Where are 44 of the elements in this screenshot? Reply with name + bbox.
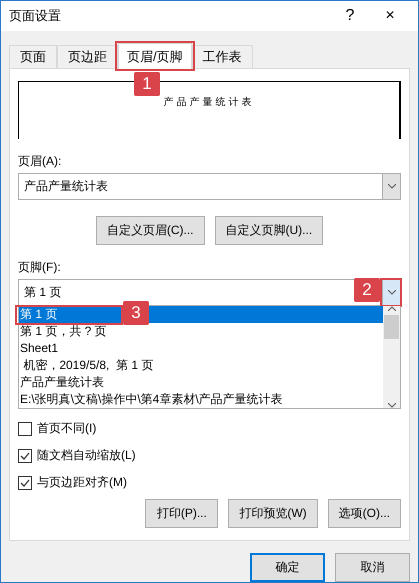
check-icon — [20, 452, 30, 460]
list-item[interactable]: 机密，2019/5/8, 第 1 页 — [19, 357, 383, 374]
scroll-bar[interactable] — [383, 306, 400, 408]
tab[interactable]: 工作表 — [192, 45, 253, 68]
step-badge: 3 — [123, 301, 149, 325]
down-chevron-icon — [388, 184, 396, 189]
checkbox-label: 随文档自动缩放(L) — [37, 447, 136, 464]
list-item[interactable]: 第 1 页，共 ? 页 — [19, 323, 383, 340]
checkbox[interactable] — [18, 476, 32, 490]
list-item[interactable]: Sheet1 — [19, 340, 383, 357]
tab[interactable]: 页面 — [9, 45, 57, 68]
tab[interactable]: 页眉/页脚 — [118, 43, 192, 69]
down-chevron-icon — [388, 290, 396, 295]
list-item[interactable]: 产品产量统计表 — [19, 374, 383, 391]
up-chevron-icon — [388, 306, 396, 311]
panel-button[interactable]: 打印(P)... — [145, 499, 218, 528]
down-chevron-icon — [388, 403, 396, 408]
field-label: 页脚(F): — [18, 259, 62, 276]
scroll-thumb[interactable] — [384, 315, 399, 339]
dropdown-value: 产品产量统计表 — [24, 178, 108, 195]
checkbox-label: 与页边距对齐(M) — [37, 474, 127, 491]
list-item[interactable]: E:\张明真\文稿\操作中\第4章素材\产品产量统计表 — [19, 391, 383, 408]
cancel-button[interactable]: 取消 — [335, 553, 410, 582]
checkbox[interactable] — [18, 448, 32, 462]
step-badge: 2 — [354, 278, 380, 302]
dropdown-button[interactable] — [382, 174, 400, 199]
field-label: 页眉(A): — [18, 153, 62, 170]
help-button[interactable]: ? — [330, 1, 370, 31]
window-title: 页面设置 — [9, 7, 62, 25]
check-icon — [20, 478, 30, 486]
dropdown-button[interactable] — [382, 280, 400, 305]
tab[interactable]: 页边距 — [57, 45, 118, 68]
custom-button[interactable]: 自定义页脚(U)... — [214, 216, 324, 245]
step-badge: 1 — [134, 72, 160, 96]
panel-button[interactable]: 打印预览(W) — [228, 499, 318, 528]
checkbox[interactable] — [18, 422, 32, 436]
preview-text: 产品产量统计表 — [164, 96, 254, 110]
ok-button[interactable]: 确定 — [250, 553, 325, 582]
checkbox-label: 首页不同(I) — [37, 420, 96, 437]
dropdown-value: 第 1 页 — [24, 284, 62, 301]
header-dropdown[interactable]: 产品产量统计表 — [18, 173, 401, 200]
close-button[interactable]: × — [370, 1, 410, 31]
panel-button[interactable]: 选项(O)... — [328, 499, 401, 528]
custom-button[interactable]: 自定义页眉(C)... — [96, 216, 204, 245]
